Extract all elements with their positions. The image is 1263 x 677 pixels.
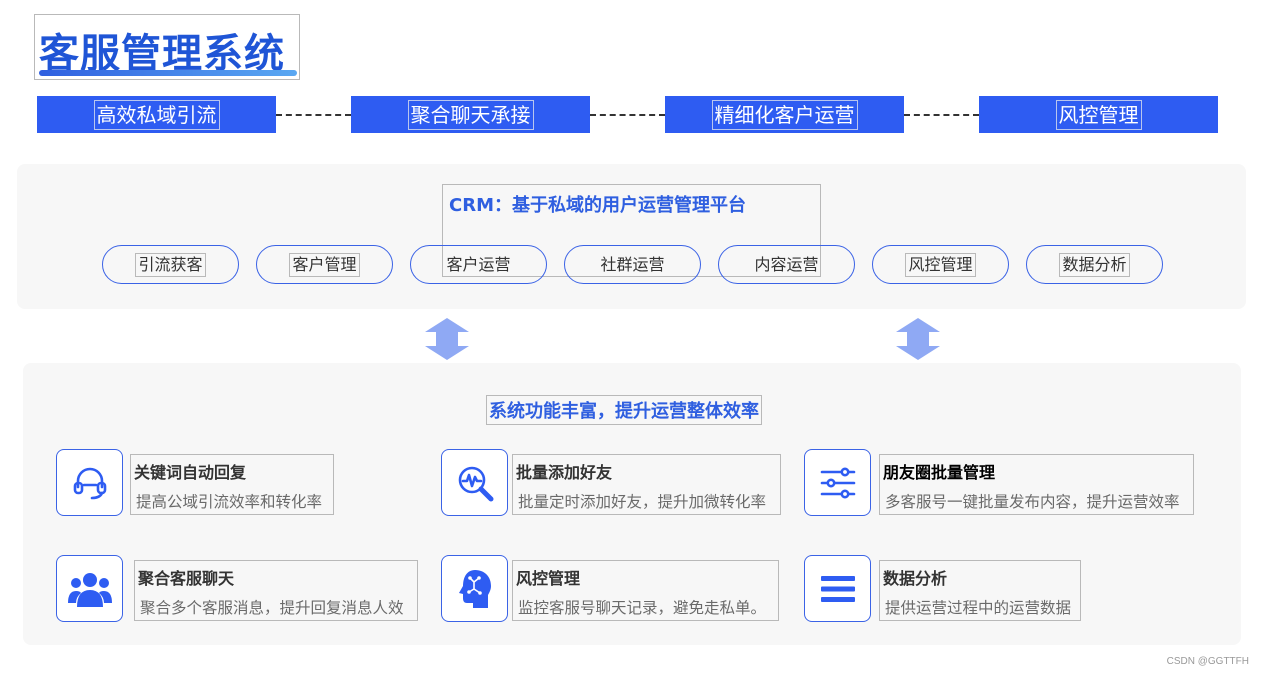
feature-desc: 提高公域引流效率和转化率 (136, 493, 323, 511)
crm-module-6: 风控管理 (872, 245, 1009, 284)
list-icon (804, 555, 871, 622)
feature-title: 数据分析 (883, 569, 948, 588)
feature-card: 批量添加好友 批量定时添加好友，提升加微转化率 (512, 454, 781, 515)
feature-desc: 多客服号一键批量发布内容，提升运营效率 (885, 493, 1180, 511)
flow-step-label: 聚合聊天承接 (407, 99, 534, 130)
watermark: CSDN @GGTTFH (1166, 656, 1249, 667)
magnifier-chart-icon (441, 449, 508, 516)
title-underline (39, 70, 297, 76)
crm-module-7: 数据分析 (1026, 245, 1163, 284)
crm-title: CRM：基于私域的用户运营管理平台 (449, 195, 746, 216)
brain-head-icon (441, 555, 508, 622)
feature-card: 风控管理 监控客服号聊天记录，避免走私单。 (512, 560, 779, 621)
crm-module-1: 引流获客 (102, 245, 239, 284)
feature-card: 数据分析 提供运营过程中的运营数据 (879, 560, 1081, 621)
sliders-icon (804, 449, 871, 516)
feature-title: 风控管理 (516, 569, 581, 588)
crm-module-label: 社群运营 (600, 254, 665, 274)
flow-connector (590, 114, 665, 116)
double-arrow-icon (896, 318, 940, 360)
feature-title: 批量添加好友 (516, 463, 613, 482)
flow-step-4: 风控管理 (979, 96, 1218, 133)
crm-module-label: 引流获客 (135, 252, 206, 277)
crm-module-5: 内容运营 (718, 245, 855, 284)
feature-title: 关键词自动回复 (134, 463, 247, 482)
crm-module-label: 风控管理 (905, 252, 976, 277)
page-title: 客服管理系统 (34, 14, 300, 80)
flow-step-label: 风控管理 (1055, 99, 1142, 130)
users-icon (56, 555, 123, 622)
feature-desc: 监控客服号聊天记录，避免走私单。 (518, 599, 767, 617)
crm-module-label: 数据分析 (1059, 252, 1130, 277)
feature-title: 朋友圈批量管理 (883, 463, 996, 482)
features-heading: 系统功能丰富，提升运营整体效率 (486, 395, 762, 425)
headset-icon (56, 449, 123, 516)
crm-module-label: 客户管理 (289, 252, 360, 277)
crm-module-4: 社群运营 (564, 245, 701, 284)
feature-card: 聚合客服聊天 聚合多个客服消息，提升回复消息人效 (134, 560, 418, 621)
feature-card: 朋友圈批量管理 多客服号一键批量发布内容，提升运营效率 (879, 454, 1194, 515)
flow-step-2: 聚合聊天承接 (351, 96, 590, 133)
feature-desc: 聚合多个客服消息，提升回复消息人效 (140, 599, 404, 617)
flow-connector (904, 114, 979, 116)
flow-step-3: 精细化客户运营 (665, 96, 904, 133)
feature-card: 关键词自动回复 提高公域引流效率和转化率 (130, 454, 334, 515)
feature-desc: 批量定时添加好友，提升加微转化率 (518, 493, 767, 511)
crm-module-label: 内容运营 (754, 254, 819, 274)
crm-module-2: 客户管理 (256, 245, 393, 284)
crm-module-3: 客户运营 (410, 245, 547, 284)
flow-step-label: 高效私域引流 (93, 99, 220, 130)
double-arrow-icon (425, 318, 469, 360)
feature-title: 聚合客服聊天 (138, 569, 235, 588)
flow-connector (276, 114, 351, 116)
feature-desc: 提供运营过程中的运营数据 (885, 599, 1072, 617)
flow-step-label: 精细化客户运营 (711, 99, 858, 130)
flow-step-1: 高效私域引流 (37, 96, 276, 133)
crm-module-label: 客户运营 (446, 254, 511, 274)
